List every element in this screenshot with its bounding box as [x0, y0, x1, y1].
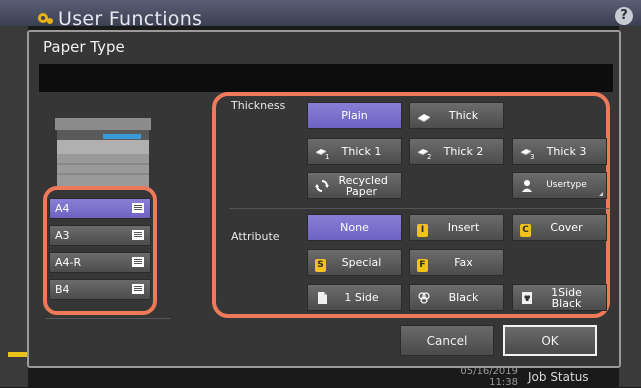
more-options-icon [599, 192, 603, 196]
thickness-level: 3 [530, 153, 535, 161]
section-divider [229, 208, 609, 209]
thickness-level: 1 [325, 153, 330, 161]
thickness-label: Thickness [231, 99, 286, 112]
one-side-black-icon [522, 292, 532, 304]
thickness-thick2-button[interactable]: 2 Thick 2 [409, 138, 504, 165]
app-title: User Functions [58, 8, 203, 30]
background-left-panel [0, 26, 28, 387]
attribute-black-button[interactable]: Black [409, 284, 504, 311]
paper-size-a4-button[interactable]: A4 [49, 198, 151, 219]
thickness-plain-button[interactable]: Plain [307, 102, 402, 129]
button-label: None [340, 221, 369, 234]
paper-size-a4r-button[interactable]: A4-R [49, 252, 151, 273]
dialog-title: Paper Type [43, 38, 125, 56]
attribute-1side-black-button[interactable]: 1Side Black [512, 284, 607, 311]
button-label: Thick [448, 109, 479, 122]
paper-size-a3-button[interactable]: A3 [49, 225, 151, 246]
paper-size-b4-button[interactable]: B4 [49, 279, 151, 300]
button-label: Cover [550, 221, 583, 234]
message-bar [39, 64, 613, 92]
bottom-divider [45, 318, 171, 319]
user-functions-gear-icon [38, 13, 53, 24]
paper-list-icon [132, 284, 144, 294]
button-label: Plain [341, 109, 368, 122]
thickness-thick3-button[interactable]: 3 Thick 3 [512, 138, 607, 165]
paper-size-label: A4-R [55, 256, 82, 269]
button-label: Recycled Paper [338, 173, 388, 198]
attribute-cover-button[interactable]: C Cover [512, 214, 607, 241]
attribute-special-button[interactable]: S Special [307, 249, 402, 276]
button-label: 1 Side [344, 291, 379, 304]
thick-paper-icon [418, 114, 430, 122]
attribute-1side-button[interactable]: 1 Side [307, 284, 402, 311]
one-side-paper-icon [318, 292, 327, 304]
ok-button[interactable]: OK [503, 325, 597, 356]
special-badge-icon: S [315, 257, 329, 272]
background-right-panel [619, 26, 641, 387]
printer-illustration-icon [55, 118, 151, 187]
button-label: Usertype [546, 180, 587, 190]
user-icon [522, 180, 532, 192]
paper-size-label: A3 [55, 229, 70, 242]
button-label: Insert [447, 221, 480, 234]
button-label: Special [341, 256, 382, 269]
clock-time: 11:38 [489, 377, 518, 388]
insert-badge-icon: I [417, 222, 431, 237]
recycle-icon [315, 180, 329, 192]
help-icon[interactable]: ? [615, 7, 633, 25]
paper-type-dialog: Paper Type A4 A3 A4-R B4 Thickness Attri… [27, 30, 621, 368]
button-label: Black [448, 291, 479, 304]
black-toner-icon [418, 292, 430, 304]
attribute-fax-button[interactable]: F Fax [409, 249, 504, 276]
thickness-thick-button[interactable]: Thick [409, 102, 504, 129]
clock: 05/16/2019 11:38 [458, 366, 518, 388]
paper-list-icon [132, 257, 144, 267]
job-status-button[interactable]: Job Status [528, 370, 589, 384]
thickness-usertype-button[interactable]: Usertype [512, 172, 607, 199]
button-label: 1Side Black [551, 285, 582, 310]
thickness-recycled-button[interactable]: Recycled Paper [307, 172, 402, 199]
paper-size-label: B4 [55, 283, 70, 296]
paper-list-icon [132, 230, 144, 240]
attribute-insert-button[interactable]: I Insert [409, 214, 504, 241]
attribute-none-button[interactable]: None [307, 214, 402, 241]
thickness-level: 2 [427, 153, 432, 161]
button-label: Thick 1 [341, 145, 382, 158]
cancel-button[interactable]: Cancel [400, 325, 494, 356]
paper-size-label: A4 [55, 202, 70, 215]
cover-badge-icon: C [520, 222, 534, 237]
paper-list-icon [132, 203, 144, 213]
fax-badge-icon: F [417, 257, 431, 272]
thickness-thick1-button[interactable]: 1 Thick 1 [307, 138, 402, 165]
button-label: Thick 2 [443, 145, 484, 158]
button-label: Thick 3 [546, 145, 587, 158]
attribute-label: Attribute [231, 230, 280, 243]
button-label: Fax [454, 256, 473, 269]
